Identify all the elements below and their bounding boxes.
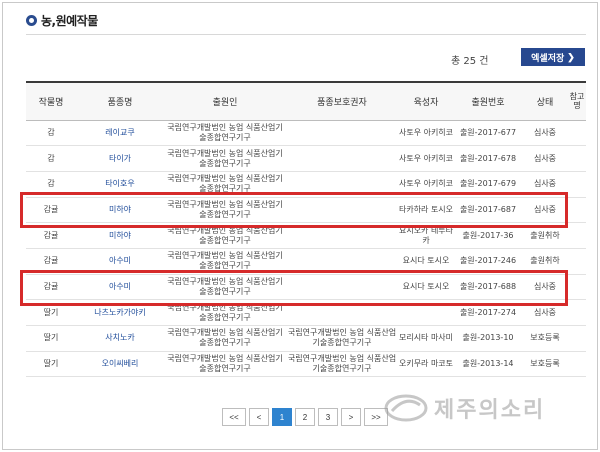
prev-page-button[interactable]: < — [249, 408, 269, 426]
excel-save-label: 엑셀저장 — [531, 52, 565, 63]
col-header-status: 상태 — [536, 97, 554, 108]
cell-applicant: 국립연구개발법인 농업 식품산업기술종합연구기구 — [164, 145, 286, 172]
cell-note — [568, 197, 586, 224]
table-row[interactable]: 딸기 오이씨베리 국립연구개발법인 농업 식품산업기술종합연구기구 국립연구개발법인 … — [26, 351, 586, 378]
cell-holder — [286, 145, 398, 172]
col-header-app-no: 출원번호 — [471, 97, 505, 108]
cell-status: 보호등록 — [522, 351, 568, 378]
cell-applicant: 국립연구개발법인 농업 식품산업기술종합연구기구 — [164, 325, 286, 352]
variety-table: 작물명 품종명 출원인 품종보호권자 육성자 출원번호 상태 참고명 감 레이교쿠… — [26, 81, 586, 378]
cell-note — [568, 145, 586, 172]
page-button-2[interactable]: 2 — [295, 408, 315, 426]
table-row[interactable]: 감 타이가 국립연구개발법인 농업 식품산업기술종합연구기구 사토우 아키히코 출원-2… — [26, 145, 586, 172]
page-header: 농,원예작물 — [26, 12, 98, 29]
table-row[interactable]: 딸기 사치노카 국립연구개발법인 농업 식품산업기술종합연구기구 국립연구개발법인 농… — [26, 325, 586, 352]
watermark-text: 제주의소리 — [434, 398, 546, 423]
cell-note — [568, 299, 586, 326]
cell-applicant: 국립연구개발법인 농업 식품산업기술종합연구기구 — [164, 120, 286, 147]
page-button-3[interactable]: 3 — [318, 408, 338, 426]
table-row[interactable]: 감 레이교쿠 국립연구개발법인 농업 식품산업기술종합연구기구 사토우 아키히코 출원-… — [26, 120, 586, 147]
cell-app-no: 출원-2013-10 — [454, 325, 522, 352]
page-title: 농,원예작물 — [41, 14, 98, 28]
pagination: << < 1 2 3 > >> — [222, 408, 391, 426]
result-count: 총 25 건 — [451, 56, 489, 67]
cell-app-no: 출원-2013-14 — [454, 351, 522, 378]
cell-note — [568, 222, 586, 249]
cell-applicant: 국립연구개발법인 농업 식품산업기술종합연구기구 — [164, 351, 286, 378]
cell-status: 심사중 — [522, 120, 568, 147]
title-divider — [26, 34, 586, 35]
cell-crop: 딸기 — [26, 351, 76, 378]
cell-crop: 감 — [26, 145, 76, 172]
highlight-box-mihaya — [20, 192, 568, 228]
cell-holder — [286, 120, 398, 147]
highlight-box-asumi — [20, 270, 568, 306]
cell-note — [568, 120, 586, 147]
cell-variety[interactable]: 오이씨베리 — [76, 351, 164, 378]
cell-variety[interactable]: 타이가 — [76, 145, 164, 172]
first-page-button[interactable]: << — [222, 408, 246, 426]
cell-app-no: 출원-2017-678 — [454, 145, 522, 172]
cell-note — [568, 274, 586, 301]
cell-holder: 국립연구개발법인 농업 식품산업기술종합연구기구 — [286, 325, 398, 352]
cell-app-no: 출원-2017-677 — [454, 120, 522, 147]
chevron-right-icon: ❯ — [567, 51, 575, 62]
cell-note — [568, 171, 586, 198]
col-header-breeder: 육성자 — [413, 97, 439, 108]
next-page-button[interactable]: > — [341, 408, 361, 426]
watermark: 제주의소리 — [384, 392, 545, 424]
col-header-crop: 작물명 — [38, 97, 64, 108]
cell-breeder: 오키무라 마코토 — [398, 351, 454, 378]
cell-status: 보호등록 — [522, 325, 568, 352]
cell-breeder: 사토우 아키히코 — [398, 120, 454, 147]
watermark-logo-icon — [384, 394, 428, 422]
cell-note — [568, 248, 586, 275]
excel-save-button[interactable]: 엑셀저장 ❯ — [521, 48, 585, 66]
cell-breeder: 사토우 아키히코 — [398, 145, 454, 172]
cell-note — [568, 351, 586, 378]
col-header-applicant: 출원인 — [212, 97, 238, 108]
col-header-holder: 품종보호권자 — [317, 97, 367, 108]
cell-crop: 감 — [26, 120, 76, 147]
col-header-note: 참고명 — [569, 92, 585, 111]
cell-note — [568, 325, 586, 352]
page-button-1[interactable]: 1 — [272, 408, 292, 426]
cell-variety[interactable]: 사치노카 — [76, 325, 164, 352]
table-header-row: 작물명 품종명 출원인 품종보호권자 육성자 출원번호 상태 참고명 — [26, 82, 586, 120]
cell-breeder: 모리시타 마사미 — [398, 325, 454, 352]
cell-holder: 국립연구개발법인 농업 식품산업기술종합연구기구 — [286, 351, 398, 378]
col-header-variety: 품종명 — [107, 97, 133, 108]
cell-status: 심사중 — [522, 145, 568, 172]
cell-crop: 딸기 — [26, 325, 76, 352]
cell-variety[interactable]: 레이교쿠 — [76, 120, 164, 147]
bullet-icon — [26, 15, 37, 26]
